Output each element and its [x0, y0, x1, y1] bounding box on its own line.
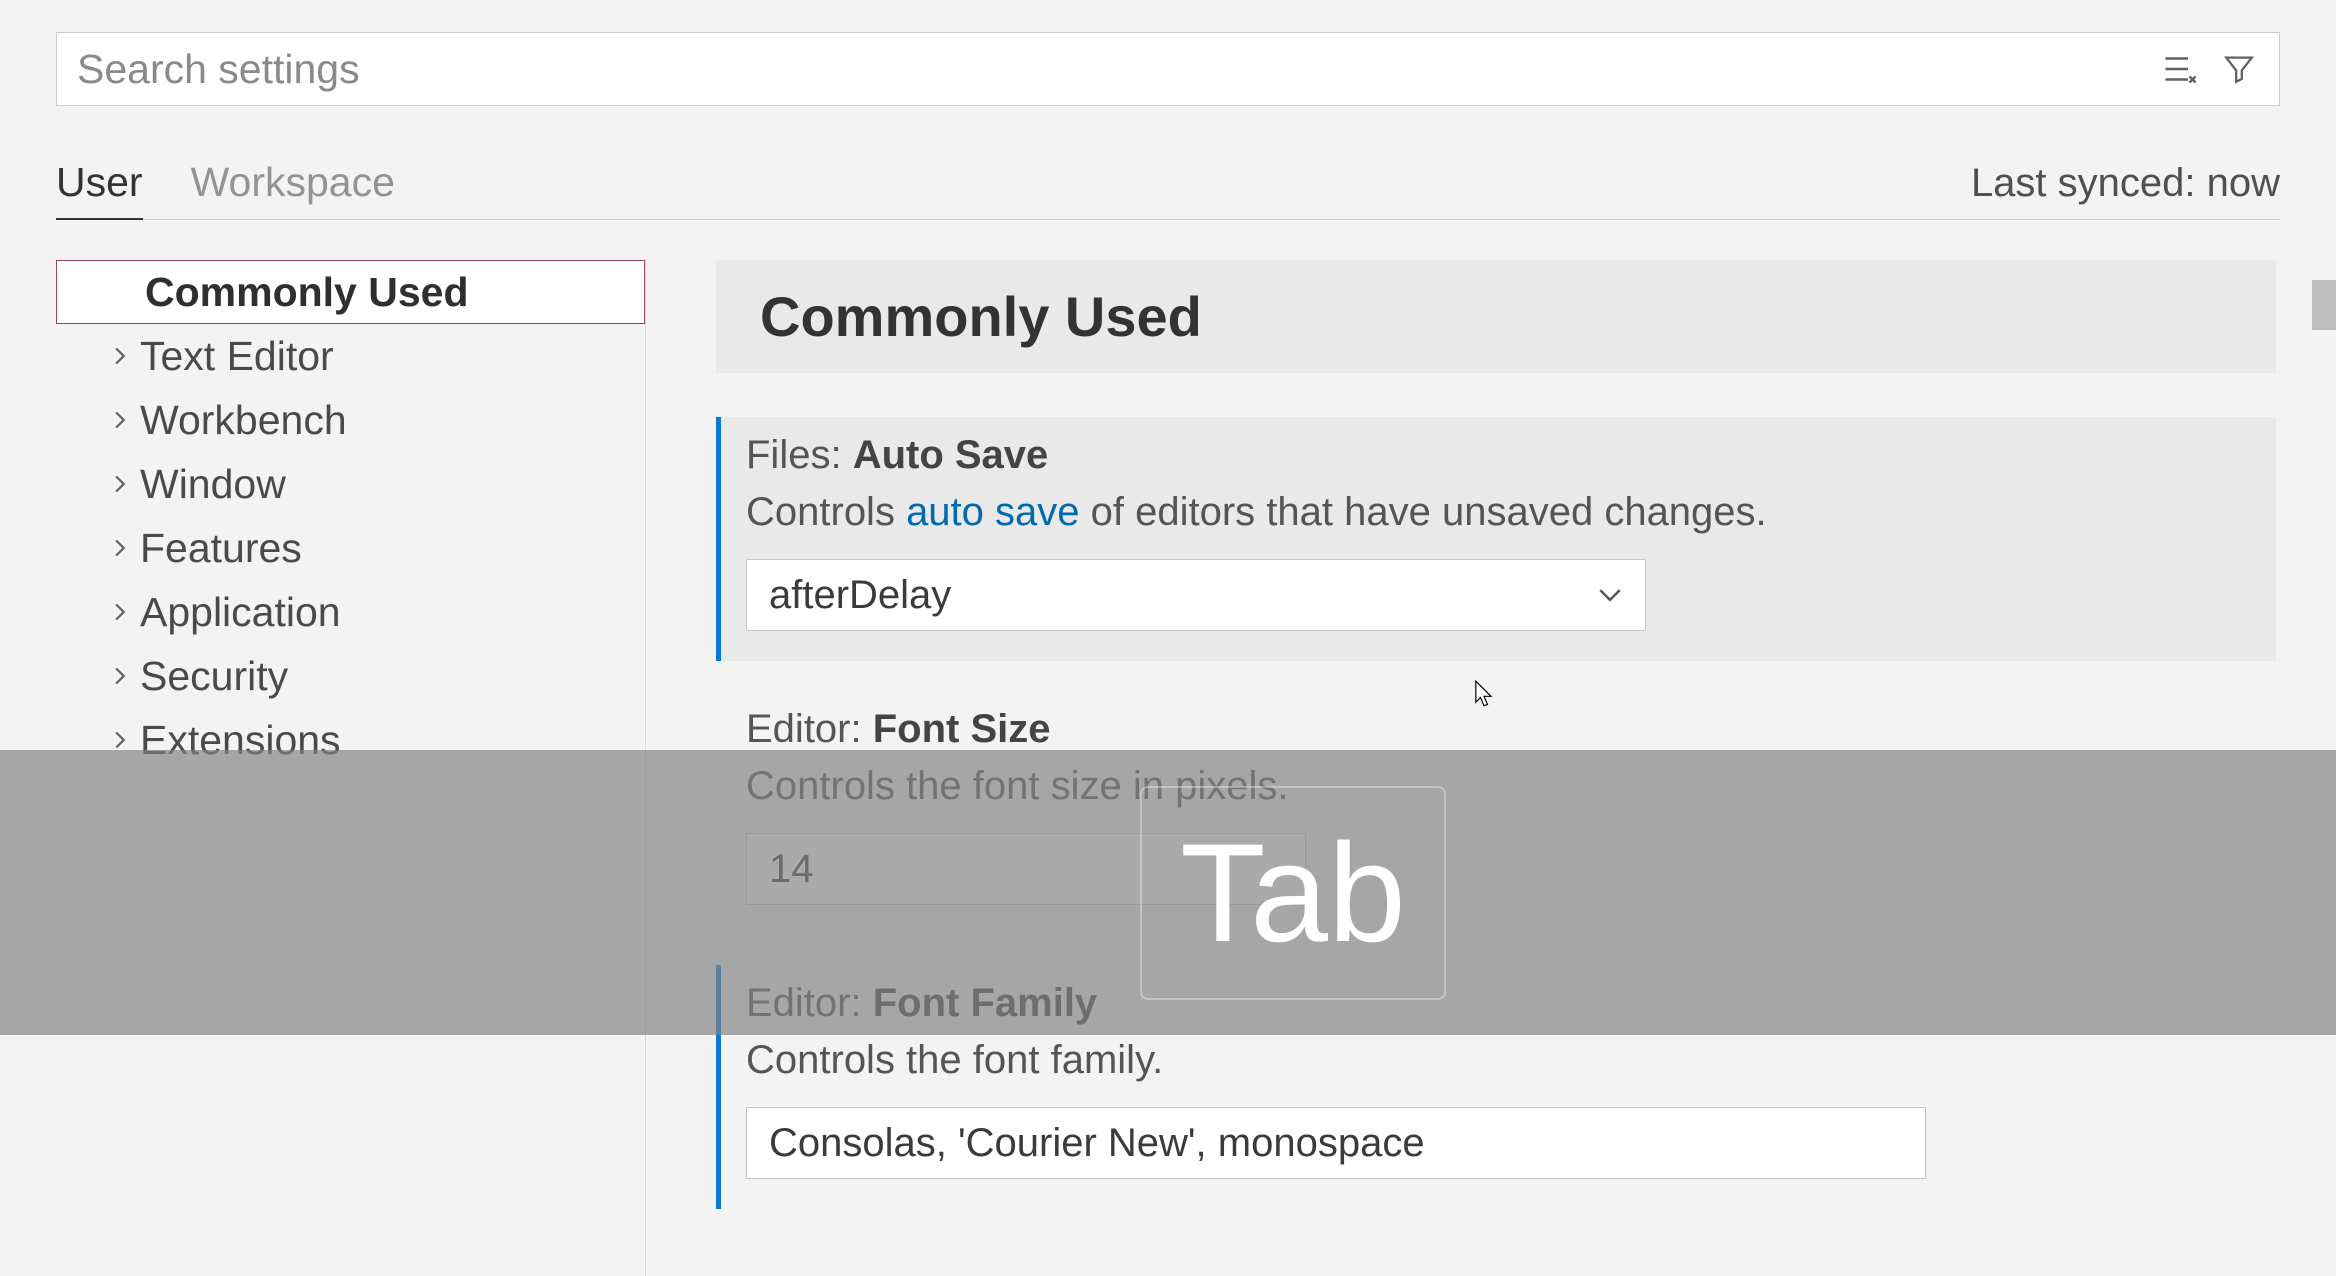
outline-item-extensions[interactable]: Extensions — [56, 708, 645, 772]
setting-editor-fontfamily: Editor: Font Family Controls the font fa… — [716, 965, 2276, 1209]
autosave-link[interactable]: auto save — [906, 490, 1079, 534]
chevron-right-icon — [100, 666, 140, 686]
settings-list: Commonly Used Files: Auto Save Controls … — [646, 260, 2336, 1276]
select-value: afterDelay — [769, 573, 951, 618]
setting-name: Font Family — [873, 981, 1097, 1025]
tab-user[interactable]: User — [56, 147, 143, 220]
desc-text: of editors that have unsaved changes. — [1080, 490, 1767, 534]
chevron-right-icon — [100, 474, 140, 494]
outline-label: Text Editor — [140, 333, 334, 380]
setting-prefix: Editor: — [746, 981, 873, 1025]
setting-description: Controls the font size in pixels. — [746, 764, 2246, 809]
content: Commonly Used Text Editor Workbench Wind… — [56, 260, 2336, 1276]
outline-item-commonly-used[interactable]: Commonly Used — [56, 260, 645, 324]
setting-description: Controls the font family. — [746, 1038, 2246, 1083]
setting-prefix: Editor: — [746, 707, 873, 751]
outline-item-application[interactable]: Application — [56, 580, 645, 644]
chevron-right-icon — [100, 346, 140, 366]
setting-editor-fontsize: Editor: Font Size Controls the font size… — [716, 691, 2276, 935]
chevron-right-icon — [100, 538, 140, 558]
outline-label: Workbench — [140, 397, 347, 444]
sync-status: Last synced: now — [1971, 161, 2280, 206]
autosave-select[interactable]: afterDelay — [746, 559, 1646, 631]
setting-name: Font Size — [873, 707, 1051, 751]
setting-title: Editor: Font Family — [746, 981, 2246, 1026]
chevron-right-icon — [100, 730, 140, 750]
tab-workspace[interactable]: Workspace — [191, 147, 395, 220]
outline-label: Commonly Used — [145, 269, 469, 316]
desc-text: Controls — [746, 490, 906, 534]
chevron-down-icon — [1597, 573, 1623, 618]
search-input[interactable] — [77, 46, 2159, 93]
outline-label: Window — [140, 461, 286, 508]
outline-item-workbench[interactable]: Workbench — [56, 388, 645, 452]
outline-label: Security — [140, 653, 288, 700]
outline-item-security[interactable]: Security — [56, 644, 645, 708]
setting-description: Controls auto save of editors that have … — [746, 490, 2246, 535]
search-bar — [56, 32, 2280, 106]
outline-label: Extensions — [140, 717, 341, 764]
scrollbar-thumb[interactable] — [2312, 280, 2336, 330]
setting-files-autosave: Files: Auto Save Controls auto save of e… — [716, 417, 2276, 661]
scope-tabs: User Workspace — [56, 147, 395, 220]
filter-icon[interactable] — [2219, 49, 2259, 89]
tabs-row: User Workspace Last synced: now — [56, 148, 2280, 220]
fontfamily-input[interactable] — [746, 1107, 1926, 1179]
clear-search-icon[interactable] — [2159, 49, 2199, 89]
search-actions — [2159, 49, 2259, 89]
setting-title: Editor: Font Size — [746, 707, 2246, 752]
settings-outline: Commonly Used Text Editor Workbench Wind… — [56, 260, 646, 1276]
outline-item-features[interactable]: Features — [56, 516, 645, 580]
fontsize-input[interactable] — [746, 833, 1306, 905]
setting-prefix: Files: — [746, 433, 853, 477]
chevron-right-icon — [100, 410, 140, 430]
outline-item-window[interactable]: Window — [56, 452, 645, 516]
group-title: Commonly Used — [716, 260, 2276, 373]
chevron-right-icon — [100, 602, 140, 622]
outline-item-text-editor[interactable]: Text Editor — [56, 324, 645, 388]
setting-title: Files: Auto Save — [746, 433, 2246, 478]
setting-name: Auto Save — [853, 433, 1049, 477]
outline-label: Features — [140, 525, 302, 572]
outline-label: Application — [140, 589, 341, 636]
